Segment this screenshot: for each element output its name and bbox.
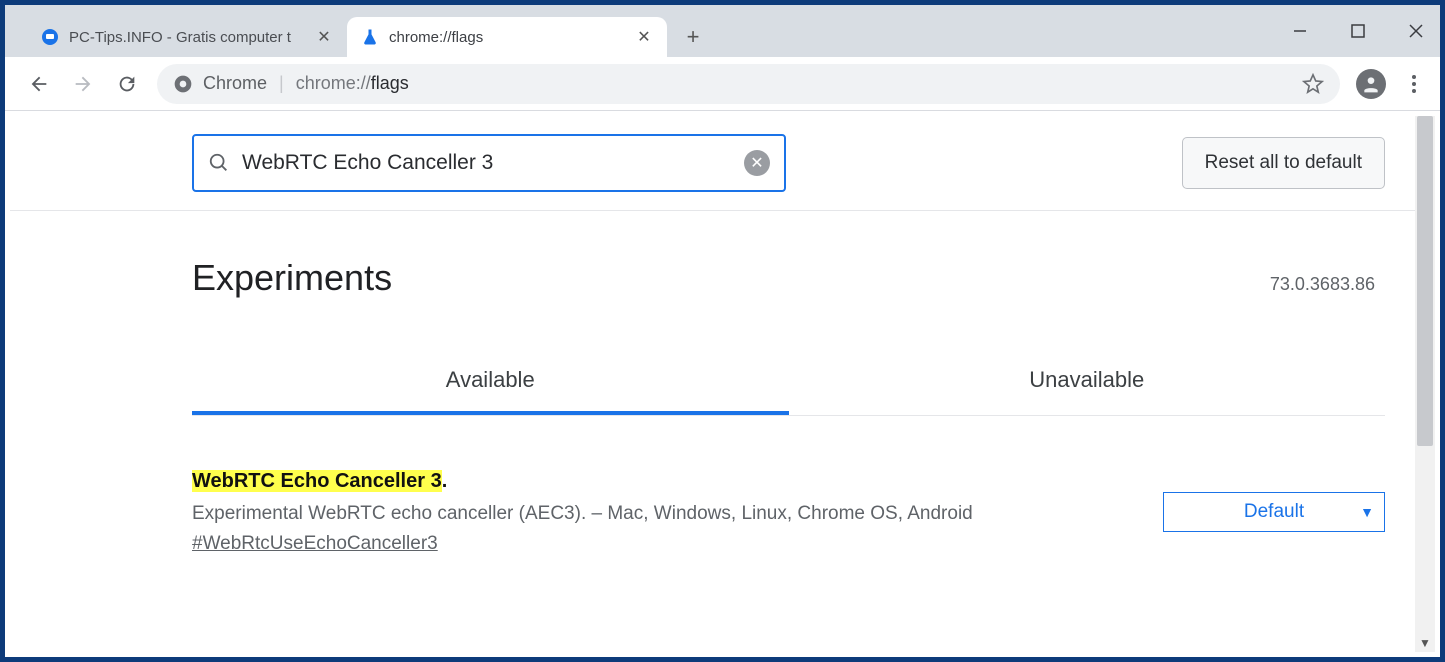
chrome-icon: Chrome [173, 73, 267, 94]
flag-title-highlight: WebRTC Echo Canceller 3 [192, 470, 442, 492]
flags-search-field[interactable]: ✕ [192, 134, 786, 192]
tab-unavailable[interactable]: Unavailable [789, 349, 1386, 415]
chevron-down-icon: ▼ [1360, 504, 1374, 520]
pctips-favicon-icon [41, 28, 59, 46]
close-window-button[interactable] [1402, 17, 1430, 45]
minimize-button[interactable] [1286, 17, 1314, 45]
tab-available[interactable]: Available [192, 349, 789, 415]
tab-title: PC-Tips.INFO - Gratis computer t [69, 29, 305, 46]
browser-tab-active[interactable]: chrome://flags ✕ [347, 17, 667, 57]
scrollbar-thumb[interactable] [1417, 116, 1433, 446]
browser-tab-inactive[interactable]: PC-Tips.INFO - Gratis computer t ✕ [27, 17, 347, 57]
scroll-down-icon[interactable]: ▼ [1415, 636, 1435, 650]
reload-button[interactable] [113, 70, 141, 98]
reset-all-button[interactable]: Reset all to default [1182, 137, 1385, 189]
new-tab-button[interactable]: + [675, 19, 711, 55]
menu-button[interactable] [1402, 75, 1426, 93]
flag-dropdown[interactable]: Default ▼ [1163, 492, 1385, 532]
tab-title: chrome://flags [389, 29, 625, 46]
forward-button[interactable] [69, 70, 97, 98]
page-title: Experiments [192, 257, 392, 299]
close-tab-icon[interactable]: ✕ [635, 27, 653, 47]
vertical-scrollbar[interactable]: ▼ [1415, 116, 1435, 652]
browser-toolbar: Chrome | chrome://flags [5, 57, 1440, 111]
flag-title: WebRTC Echo Canceller 3. [192, 470, 1123, 493]
flask-icon [361, 28, 379, 46]
flag-anchor-link[interactable]: #WebRtcUseEchoCanceller3 [192, 533, 438, 555]
flag-dropdown-value: Default [1244, 501, 1304, 523]
url-scheme: chrome:// [296, 73, 371, 93]
close-tab-icon[interactable]: ✕ [315, 27, 333, 47]
omnibox-divider: | [279, 73, 284, 94]
bookmark-star-icon[interactable] [1302, 73, 1324, 95]
omnibox-label: Chrome [203, 73, 267, 94]
flags-tabs: Available Unavailable [192, 349, 1385, 416]
maximize-button[interactable] [1344, 17, 1372, 45]
flag-description: Experimental WebRTC echo canceller (AEC3… [192, 503, 1123, 525]
chrome-version: 73.0.3683.86 [1270, 274, 1375, 295]
window-controls [1286, 5, 1430, 57]
flag-entry: WebRTC Echo Canceller 3. Experimental We… [192, 470, 1385, 555]
url-path: flags [371, 73, 409, 93]
browser-tabstrip: PC-Tips.INFO - Gratis computer t ✕ chrom… [5, 5, 1440, 57]
address-bar[interactable]: Chrome | chrome://flags [157, 64, 1340, 104]
search-icon [208, 152, 230, 174]
back-button[interactable] [25, 70, 53, 98]
page-content: ✕ Reset all to default Experiments 73.0.… [10, 116, 1415, 652]
clear-search-icon[interactable]: ✕ [744, 150, 770, 176]
profile-avatar-icon[interactable] [1356, 69, 1386, 99]
flags-search-input[interactable] [242, 151, 732, 175]
